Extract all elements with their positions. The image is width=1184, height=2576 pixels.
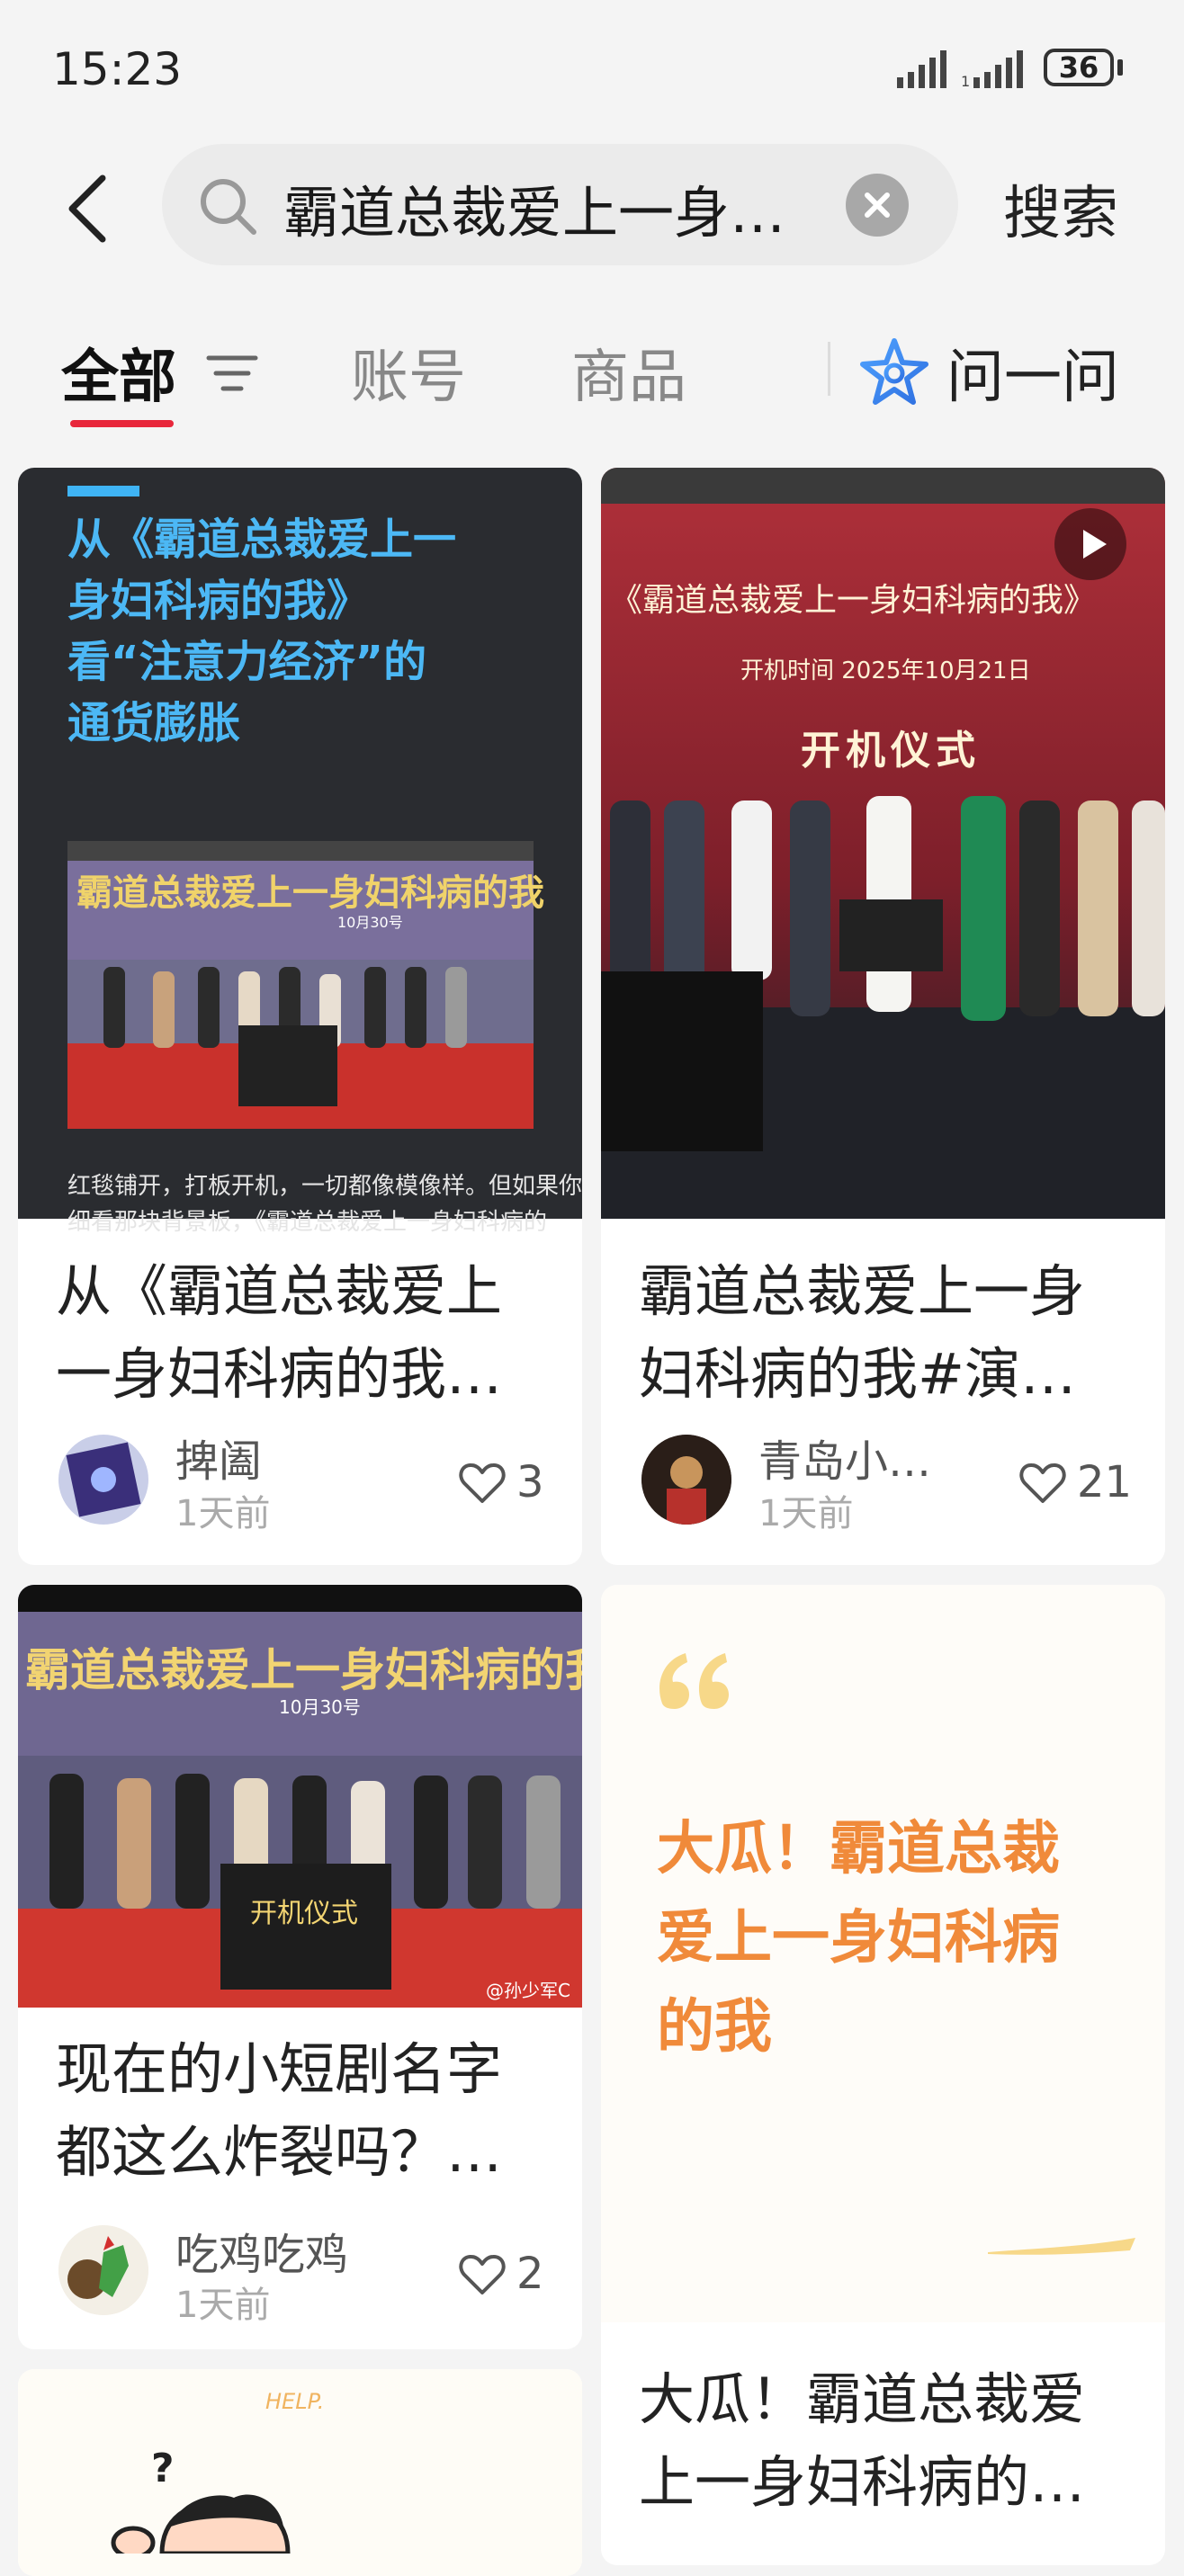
title-line: 现在的小短剧名字 [56, 2036, 503, 2102]
title-line: 都这么炸裂吗？… [56, 2119, 503, 2185]
search-row: 霸道总裁爱上一身… 搜索 [0, 144, 1184, 265]
play-icon [1083, 530, 1107, 559]
video-play-button[interactable] [1054, 508, 1126, 580]
heart-icon [459, 2255, 506, 2294]
cover-title-line: 看“注意力经济”的 [67, 637, 427, 687]
tab-ask[interactable]: 问一问 [946, 331, 1119, 414]
card-4-title[interactable]: 大瓜！霸道总裁爱 上一身妇科病的… [639, 2358, 1085, 2524]
battery-indicator: 36 [1044, 49, 1114, 86]
cover-caption-1: 红毯铺开，打板开机，一切都像模像样。但如果你 [67, 1173, 582, 1200]
cover-photo-banner-date: 10月30号 [337, 914, 403, 931]
quote-line: 大瓜！霸道总裁 [657, 1816, 1060, 1883]
cover-photo-banner-date: 10月30号 [279, 1696, 361, 1718]
cover-title-line: 身妇科病的我》 [67, 576, 371, 626]
battery-tip [1117, 59, 1123, 76]
cover-clapper-text: 开机仪式 [250, 1898, 358, 1929]
quote-line: 的我 [657, 1994, 772, 2061]
result-card-4[interactable]: 大瓜！霸道总裁 爱上一身妇科病 的我 大瓜！霸道总裁爱 上一身妇科病的… [601, 1585, 1165, 2565]
title-line: 一身妇科病的我… [56, 1341, 503, 1407]
card-4-cover[interactable]: 大瓜！霸道总裁 爱上一身妇科病 的我 [601, 1585, 1165, 2322]
cover-title-line: 通货膨胀 [67, 698, 241, 748]
like-count: 21 [1077, 1457, 1133, 1507]
cover-photo-banner: 霸道总裁爱上一身妇科病的我 [76, 872, 544, 914]
quote-icon [659, 1653, 729, 1709]
filter-tabs: 全部 账号 商品 问一问 [0, 315, 1184, 432]
cover-stage-title: 《霸道总裁爱上一身妇科病的我》 [610, 582, 1097, 619]
like-count: 3 [516, 1457, 544, 1507]
title-line: 霸道总裁爱上一身 [639, 1258, 1086, 1324]
close-icon [865, 192, 890, 218]
like-count: 2 [516, 2249, 544, 2299]
title-line: 上一身妇科病的… [639, 2449, 1086, 2515]
brush-stroke-decoration [988, 2238, 1135, 2255]
svg-text:?: ? [151, 2446, 175, 2491]
result-card-2[interactable]: 《霸道总裁爱上一身妇科病的我》 开机时间 2025年10月21日 开机仪式 霸道… [601, 468, 1165, 1565]
title-line: 从《霸道总裁爱上 [56, 1258, 503, 1324]
status-bar: 15:23 1 36 [0, 0, 1184, 135]
cover-caption-2: 细看那块背景板，《霸道总裁爱上一身妇科病的 [67, 1209, 548, 1236]
cover-stage-ceremony: 开机仪式 [801, 728, 981, 774]
search-box[interactable]: 霸道总裁爱上一身… [162, 144, 958, 265]
cover-watermark: @孙少军C [486, 1980, 570, 2001]
avatar[interactable] [58, 2225, 148, 2315]
avatar-image [641, 1435, 731, 1525]
quote-text: 大瓜！霸道总裁 爱上一身妇科病 的我 [657, 1805, 1060, 2072]
result-card-3[interactable]: 霸道总裁爱上一身妇科病的我 10月30号 开机仪式 @孙少军C 现在的小短剧名字… [18, 1585, 582, 2349]
title-line: 大瓜！霸道总裁爱 [639, 2366, 1086, 2432]
cartoon-figure: ? [111, 2446, 291, 2554]
post-time: 1天前 [758, 1493, 854, 1534]
title-line: 妇科病的我#演… [639, 1341, 1076, 1407]
back-icon[interactable] [63, 173, 117, 245]
tab-divider [828, 342, 830, 396]
ai-ask-icon[interactable] [859, 337, 929, 407]
cover-article-title: 从《霸道总裁爱上一 身妇科病的我》 看“注意力经济”的 通货膨胀 [67, 509, 456, 754]
card-3-title[interactable]: 现在的小短剧名字 都这么炸裂吗？… [56, 2028, 502, 2194]
post-time: 1天前 [175, 2285, 271, 2326]
card-2-title[interactable]: 霸道总裁爱上一身 妇科病的我#演… [639, 1250, 1085, 1416]
status-time: 15:23 [52, 43, 183, 95]
heart-icon [459, 1463, 506, 1503]
clear-button[interactable] [846, 174, 909, 237]
tab-goods[interactable]: 商品 [571, 331, 686, 414]
author-name[interactable]: 捭阖 [175, 1426, 262, 1489]
cover-photo-banner: 霸道总裁爱上一身妇科病的我 [25, 1644, 582, 1696]
cover-title-line: 从《霸道总裁爱上一 [67, 514, 457, 565]
avatar[interactable] [641, 1435, 731, 1525]
filter-icon[interactable] [205, 351, 259, 396]
tab-all-underline [70, 420, 174, 427]
tab-account[interactable]: 账号 [351, 331, 466, 414]
svg-text:1: 1 [961, 73, 970, 90]
post-time: 1天前 [175, 1493, 271, 1534]
search-input[interactable]: 霸道总裁爱上一身… [283, 167, 785, 248]
result-card-5[interactable]: HELP. ? [18, 2369, 582, 2576]
signal-2-icon: 1 [961, 50, 1023, 90]
avatar-image [58, 2225, 148, 2315]
author-name[interactable]: 青岛小… [758, 1426, 931, 1489]
heart-icon [1019, 1463, 1066, 1503]
card-1-cover[interactable]: 从《霸道总裁爱上一 身妇科病的我》 看“注意力经济”的 通货膨胀 霸道总裁爱上一… [18, 468, 582, 1236]
search-icon [201, 179, 256, 235]
result-card-1[interactable]: 从《霸道总裁爱上一 身妇科病的我》 看“注意力经济”的 通货膨胀 霸道总裁爱上一… [18, 468, 582, 1565]
card-1-title[interactable]: 从《霸道总裁爱上 一身妇科病的我… [56, 1250, 502, 1416]
cover-accent-bar [67, 486, 139, 496]
card-5-cover[interactable]: HELP. ? [18, 2369, 582, 2576]
avatar-image [66, 1442, 141, 1517]
tab-all[interactable]: 全部 [61, 331, 176, 414]
author-name[interactable]: 吃鸡吃鸡 [175, 2219, 348, 2282]
quote-line: 爱上一身妇科病 [657, 1905, 1060, 1972]
avatar[interactable] [58, 1435, 148, 1525]
cover-help-text: HELP. [265, 2389, 325, 2414]
cover-stage-subtitle: 开机时间 2025年10月21日 [740, 657, 1031, 684]
signal-icon [897, 50, 946, 88]
search-button[interactable]: 搜索 [1003, 167, 1118, 250]
